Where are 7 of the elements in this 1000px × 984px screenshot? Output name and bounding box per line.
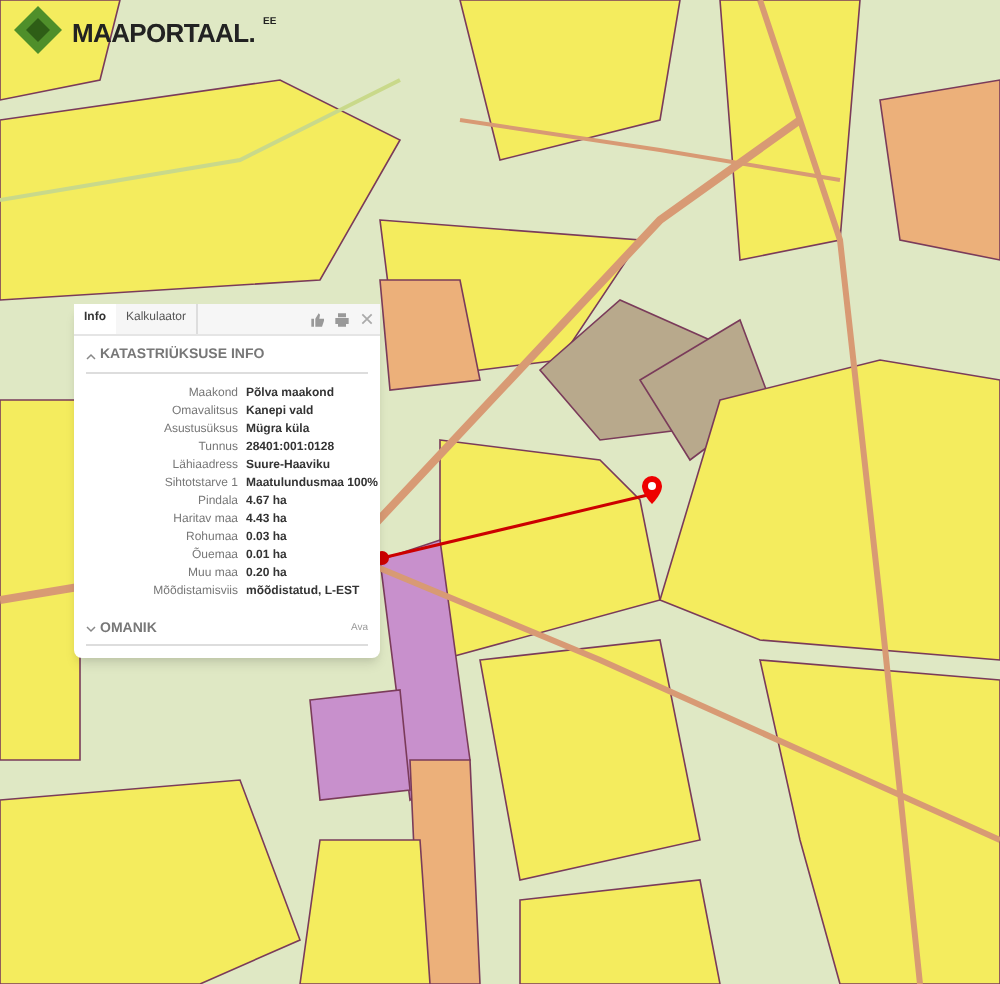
- print-icon[interactable]: [334, 311, 350, 327]
- thumbs-up-icon[interactable]: [310, 311, 326, 327]
- map-pin-icon: [640, 476, 664, 504]
- diamond-logo-icon: [12, 4, 64, 56]
- caret-icon[interactable]: [86, 351, 96, 362]
- caret-icon[interactable]: [86, 624, 96, 635]
- close-icon[interactable]: [360, 312, 374, 326]
